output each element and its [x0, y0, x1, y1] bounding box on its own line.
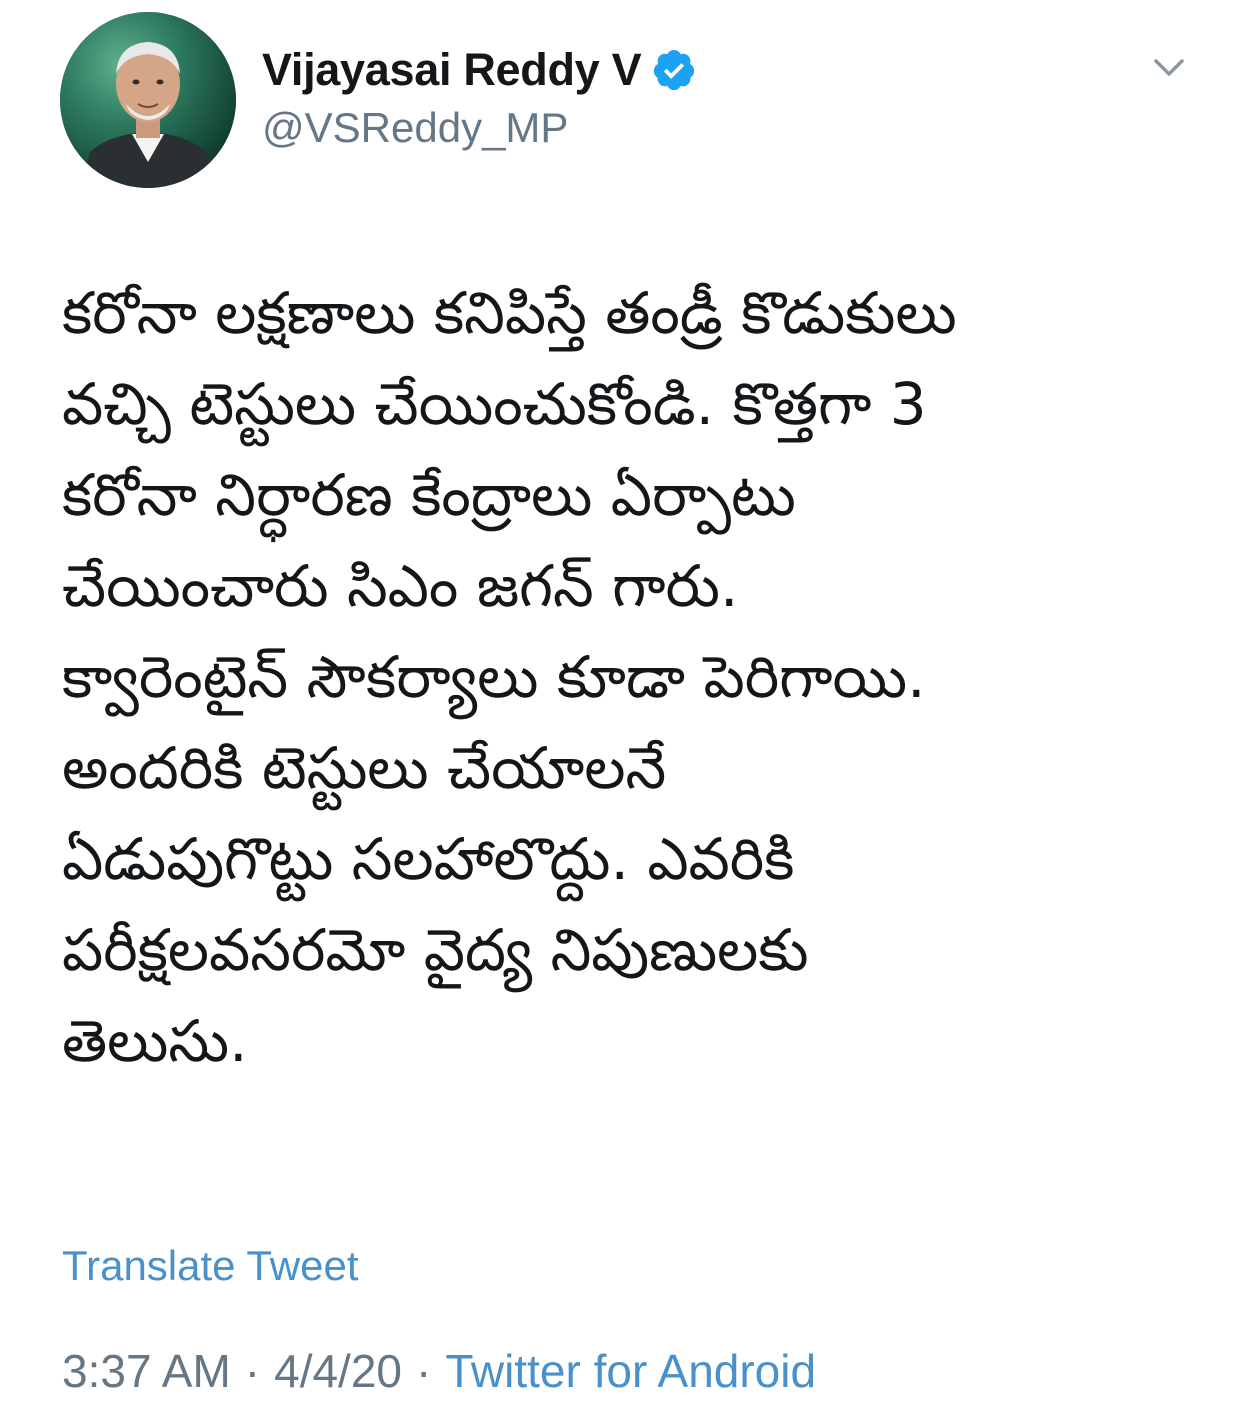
- tweet-time[interactable]: 3:37 AM: [62, 1345, 231, 1397]
- tweet-text-line: క్వారెంటైన్ సౌకర్యాలు కూడా పెరిగాయి.: [62, 643, 926, 711]
- verified-badge-icon: [651, 47, 697, 93]
- chevron-down-icon: [1154, 59, 1184, 76]
- tweet-text-line: కరోనా నిర్ధారణ కేంద్రాలు ఏర్పాటు: [62, 461, 796, 529]
- tweet-text: కరోనా లక్షణాలు కనిపిస్తే తండ్రీ కొడుకులు…: [62, 268, 1182, 1087]
- tweet-text-line: తెలుసు.: [62, 1007, 248, 1075]
- separator-dot: ·: [416, 1345, 432, 1397]
- tweet-menu-button[interactable]: [1146, 48, 1192, 88]
- separator-dot: ·: [244, 1345, 261, 1397]
- tweet-text-line: వచ్చి టెస్టులు చేయించుకోండి. కొత్తగా 3: [62, 370, 927, 438]
- avatar[interactable]: [60, 12, 236, 188]
- tweet-metadata: 3:37 AM · 4/4/20 · Twitter for Android: [62, 1344, 816, 1398]
- tweet-text-line: ఏడుపుగొట్టు సలహాలొద్దు. ఎవరికి: [62, 825, 795, 893]
- profile-photo: [60, 12, 236, 188]
- translate-tweet-link[interactable]: Translate Tweet: [62, 1242, 358, 1290]
- tweet-text-line: చేయించారు సిఎం జగన్ గారు.: [62, 552, 739, 620]
- tweet-text-line: పరీక్షలవసరమో వైద్య నిపుణులకు: [62, 916, 809, 984]
- tweet-date[interactable]: 4/4/20: [274, 1345, 402, 1397]
- tweet-source-link[interactable]: Twitter for Android: [445, 1345, 816, 1397]
- tweet-text-line: కరోనా లక్షణాలు కనిపిస్తే తండ్రీ కొడుకులు: [62, 279, 957, 347]
- author-name-row[interactable]: Vijayasai Reddy V: [262, 40, 697, 100]
- tweet-text-line: అందరికి టెస్టులు చేయాలనే: [62, 734, 667, 802]
- author-display-name[interactable]: Vijayasai Reddy V: [262, 44, 642, 96]
- author-handle[interactable]: @VSReddy_MP: [262, 104, 568, 152]
